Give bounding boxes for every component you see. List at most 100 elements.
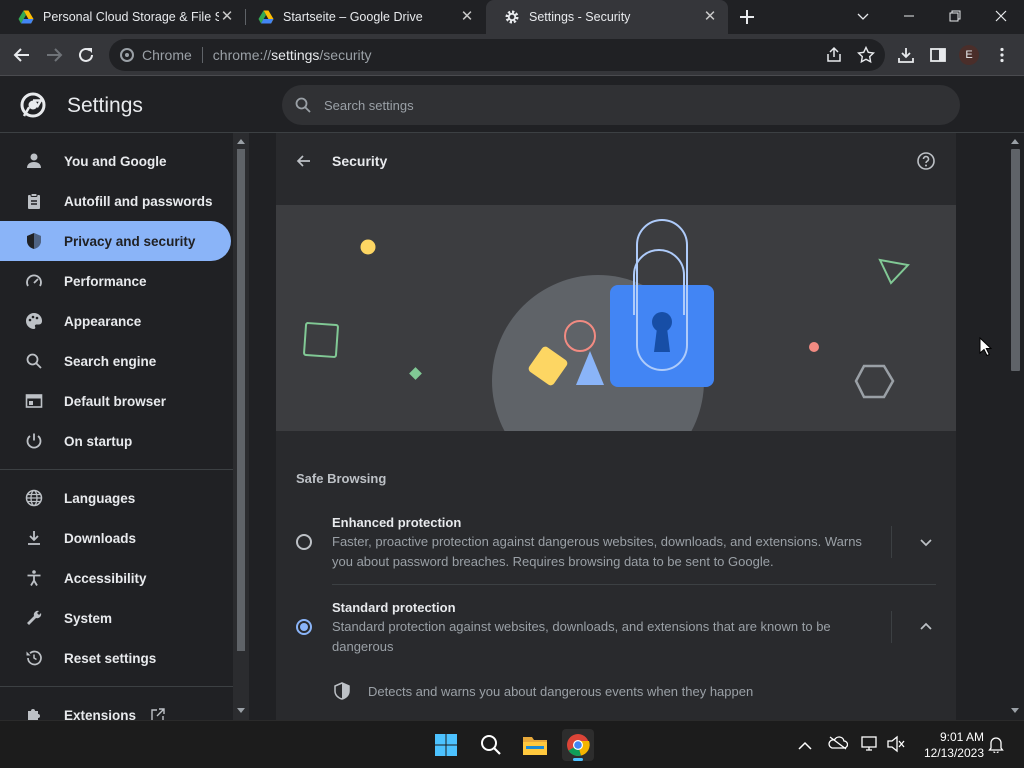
address-bar[interactable]: Chrome chrome://settings/security [109,39,885,71]
search-icon [481,735,501,755]
back-button[interactable] [10,43,34,67]
help-button[interactable] [916,151,936,171]
bookmark-button[interactable] [856,45,876,64]
close-tab-icon[interactable]: ✕ [702,9,718,25]
star-icon [856,45,876,64]
restore-button[interactable] [932,0,978,32]
close-tab-icon[interactable]: ✕ [459,9,475,25]
system-clock[interactable]: 9:01 AM 12/13/2023 [912,729,984,761]
main-scrollbar[interactable] [1007,133,1024,720]
minimize-button[interactable] [886,0,932,32]
close-window-button[interactable] [978,0,1024,32]
network-button[interactable] [860,735,880,758]
new-tab-button[interactable] [737,7,757,27]
sidebar-item-privacy-and-security[interactable]: Privacy and security [0,221,231,261]
tab-google-drive[interactable]: Startseite – Google Drive ✕ [240,0,485,34]
sidebar-item-label: Downloads [64,530,137,546]
restore-window-icon [949,10,961,22]
option-standard-protection[interactable]: Standard protection Standard protection … [276,596,956,668]
tab-settings-security[interactable]: Settings - Security ✕ [486,0,728,34]
enhanced-protection-radio[interactable] [296,534,312,550]
file-explorer-button[interactable] [519,729,551,761]
option-enhanced-protection[interactable]: Enhanced protection Faster, proactive pr… [276,511,956,583]
sidebar-item-downloads[interactable]: Downloads [0,518,231,558]
url-text: chrome://settings/security [213,47,372,63]
sidebar-item-label: On startup [64,433,133,449]
chrome-logo-icon [567,734,590,756]
taskbar-search-button[interactable] [475,729,507,761]
reload-button[interactable] [74,43,98,67]
search-settings-input[interactable]: Search settings [282,85,960,125]
power-icon [24,431,44,451]
google-drive-icon [258,10,274,24]
section-safe-browsing: Safe Browsing [296,471,387,486]
close-tab-icon[interactable]: ✕ [219,9,235,25]
sidebar-item-extensions[interactable]: Extensions [0,695,231,720]
show-hidden-icons-button[interactable] [798,738,812,756]
sidebar-scroll-thumb[interactable] [237,149,245,651]
cloud-off-icon [828,736,849,750]
download-icon [898,48,914,63]
minimize-icon [904,15,914,17]
sidebar-item-search-engine[interactable]: Search engine [0,341,231,381]
settings-sidebar: You and Google Autofill and passwords Pr… [0,133,233,720]
sidebar-item-system[interactable]: System [0,598,231,638]
chrome-taskbar-button[interactable] [562,729,594,761]
volume-button[interactable] [886,735,906,758]
arrow-left-icon [296,155,310,167]
sidebar-scrollbar[interactable] [233,133,249,720]
downloads-button[interactable] [894,43,918,67]
menu-button[interactable] [990,43,1014,67]
shield-icon [334,682,350,700]
tab-strip: Personal Cloud Storage & File Sh ✕ Start… [0,0,1024,34]
scroll-up-arrow-icon [237,139,245,144]
security-lock-illustration [303,219,910,431]
clock-time: 9:01 AM [939,730,984,744]
download-icon [24,528,44,548]
tab-search-button[interactable] [840,0,886,32]
tab-personal-cloud-storage[interactable]: Personal Cloud Storage & File Sh ✕ [0,0,245,34]
speedometer-icon [24,271,44,291]
arrow-left-icon [13,48,29,62]
share-button[interactable] [825,46,843,64]
help-icon [917,152,935,170]
sidebar-item-you-and-google[interactable]: You and Google [0,141,231,181]
sidebar-item-autofill[interactable]: Autofill and passwords [0,181,231,221]
notifications-button[interactable] [988,735,1004,758]
sidebar-item-performance[interactable]: Performance [0,261,231,301]
accessibility-icon [24,568,44,588]
chevron-up-icon [920,622,932,630]
collapse-standard-button[interactable] [914,615,938,639]
speaker-muted-icon [887,735,905,753]
profile-avatar[interactable]: E [959,45,979,65]
onedrive-button[interactable] [828,735,849,756]
standard-protection-radio[interactable] [296,619,312,635]
palette-icon [24,311,44,331]
forward-button[interactable] [42,43,66,67]
sidebar-item-label: Reset settings [64,650,157,666]
start-button[interactable] [430,729,462,761]
sidebar-item-label: Privacy and security [64,233,196,249]
sidebar-item-label: Accessibility [64,570,147,586]
sidebar-item-reset-settings[interactable]: Reset settings [0,638,231,678]
sidebar-item-accessibility[interactable]: Accessibility [0,558,231,598]
globe-icon [24,488,44,508]
sidebar-item-label: Autofill and passwords [64,193,213,209]
sidebar-item-appearance[interactable]: Appearance [0,301,231,341]
card-header: Security [276,133,956,189]
expand-enhanced-button[interactable] [914,530,938,554]
google-drive-icon [18,10,34,24]
settings-title: Settings [67,94,143,117]
option-description: Faster, proactive protection against dan… [332,534,862,569]
option-separator [891,611,892,643]
sidebar-item-on-startup[interactable]: On startup [0,421,231,461]
search-placeholder: Search settings [324,97,414,113]
site-chip: Chrome [142,47,192,63]
side-panel-button[interactable] [926,43,950,67]
main-scroll-thumb[interactable] [1011,149,1020,371]
scroll-down-arrow-icon [1011,708,1019,713]
sidebar-item-languages[interactable]: Languages [0,478,231,518]
back-to-privacy-button[interactable] [294,151,314,171]
gear-icon [505,10,519,24]
sidebar-item-default-browser[interactable]: Default browser [0,381,231,421]
